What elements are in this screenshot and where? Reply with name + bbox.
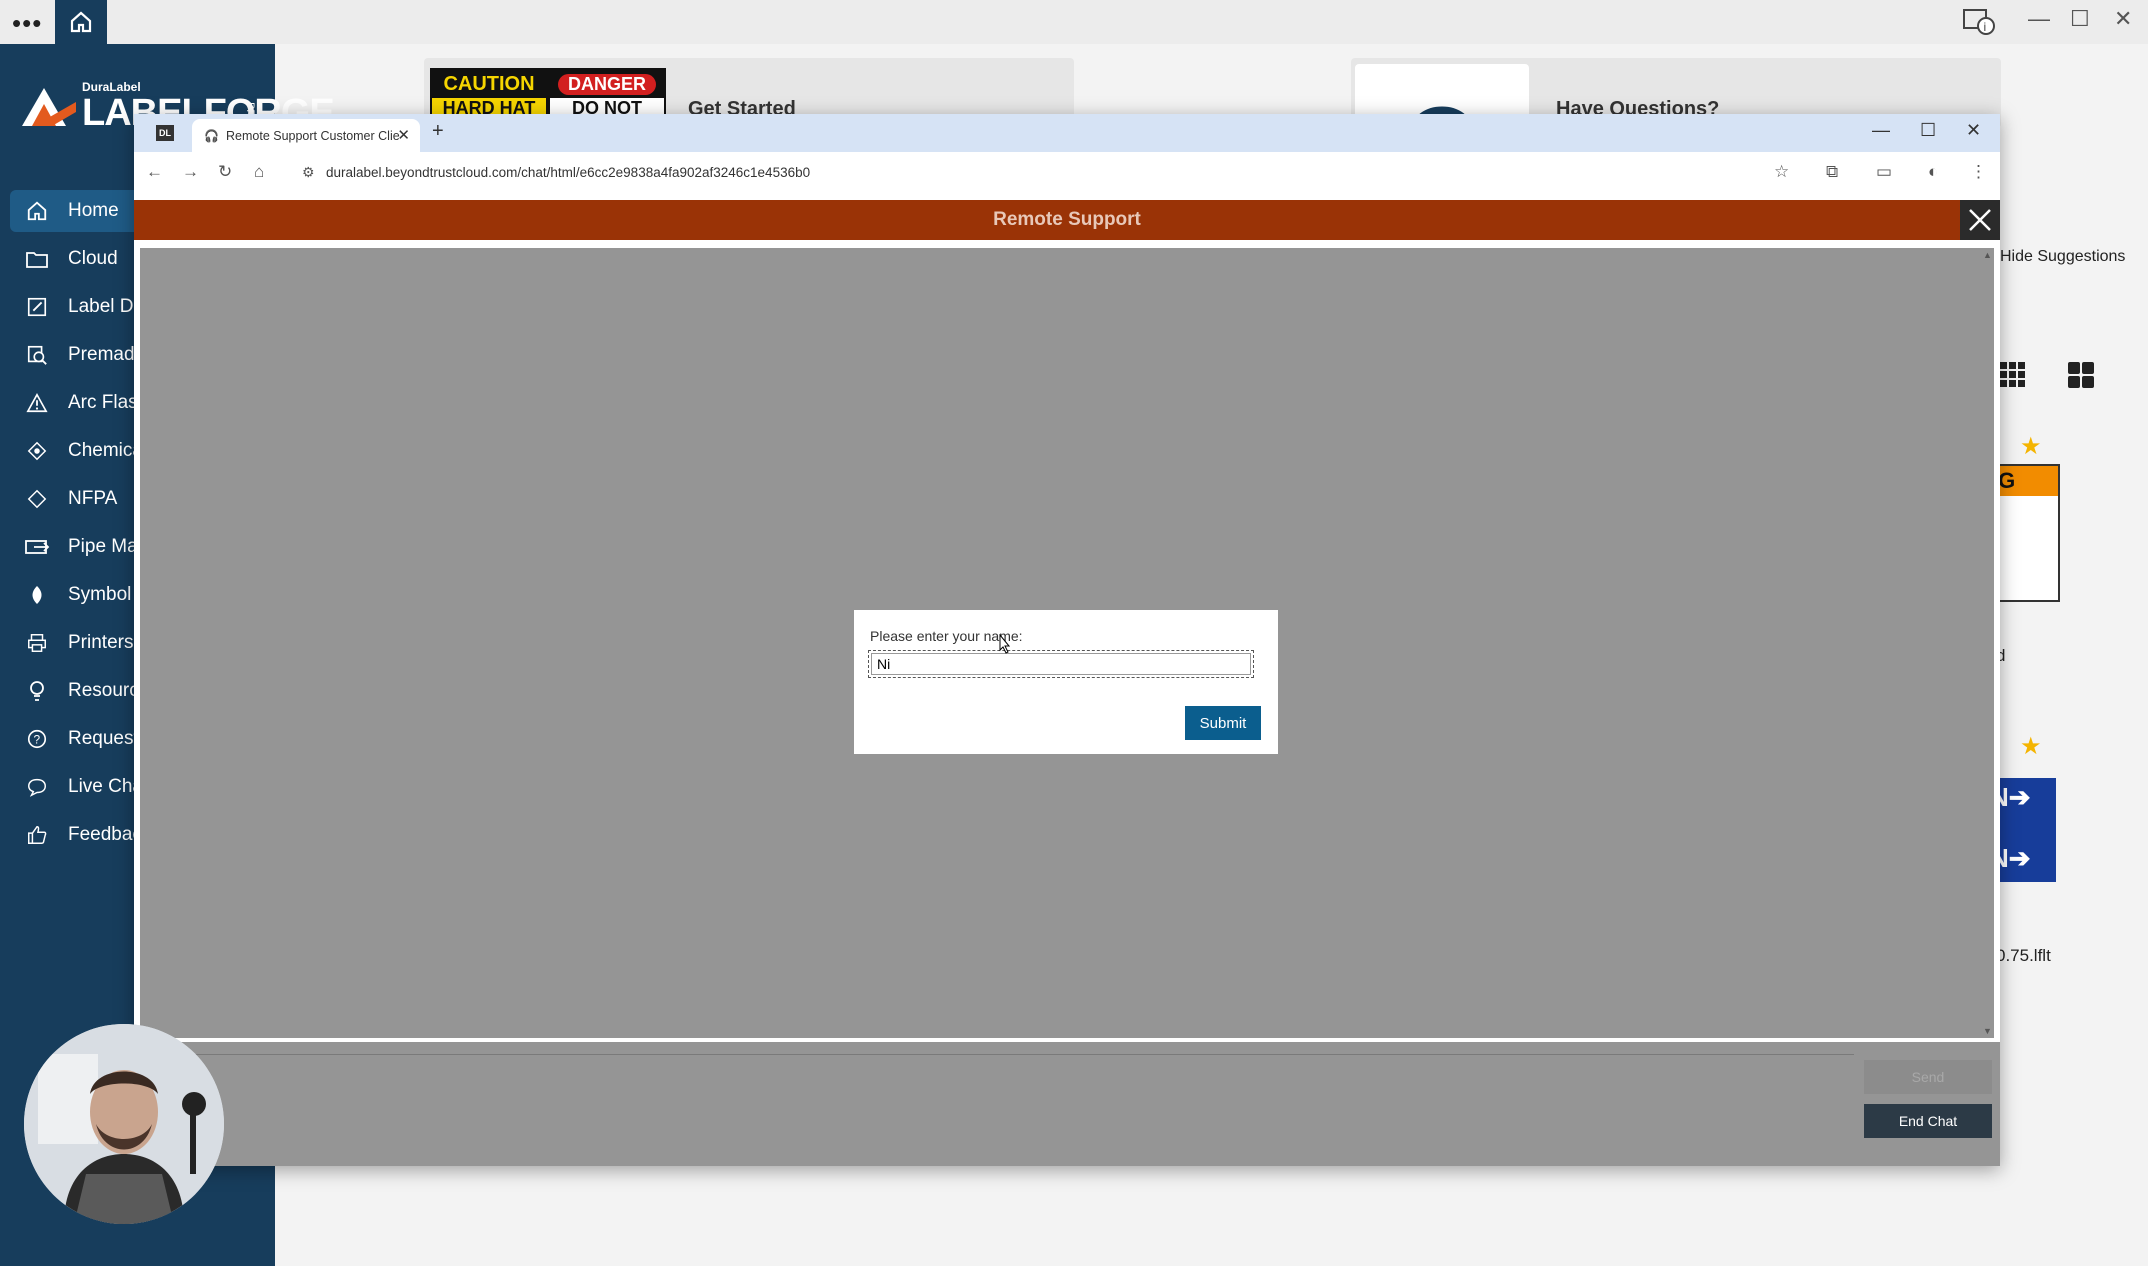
- favorite-star-icon[interactable]: ★: [2020, 732, 2042, 761]
- tab-strip: DL 🎧 Remote Support Customer Clie ✕ + — …: [134, 114, 2000, 152]
- favorite-star-icon[interactable]: ★: [2020, 432, 2042, 461]
- remote-support-header: Remote Support: [134, 200, 2000, 240]
- label-thumbnail-header: IG: [1992, 466, 2058, 496]
- sidebar-item-label: Cloud: [68, 248, 118, 269]
- address-bar[interactable]: duralabel.beyondtrustcloud.com/chat/html…: [326, 165, 810, 180]
- text-cursor-icon: [999, 634, 1010, 654]
- sidebar-item-label: Live Cha: [68, 776, 143, 797]
- file-name: 0.75.lflt: [1996, 946, 2051, 965]
- home-tab[interactable]: [55, 0, 107, 44]
- sidebar-item-label: NFPA: [68, 488, 118, 509]
- lightbulb-icon: [24, 678, 50, 704]
- app-minimize-button[interactable]: —: [2028, 6, 2050, 32]
- sidebar-item-label: Printers: [68, 632, 134, 653]
- home-icon: [24, 198, 50, 224]
- premade-search-icon: [24, 342, 50, 368]
- sidebar-item-label: Request: [68, 728, 139, 749]
- home-icon[interactable]: ⌂: [254, 162, 264, 182]
- warning-triangle-icon: [24, 390, 50, 416]
- extensions-icon[interactable]: ⧉: [1826, 162, 1838, 182]
- tab-title: Remote Support Customer Clie: [226, 128, 400, 143]
- home-icon: [70, 11, 92, 33]
- new-tab-button[interactable]: +: [432, 120, 444, 143]
- more-options-icon[interactable]: •••: [12, 8, 42, 39]
- svg-text:?: ?: [34, 733, 41, 747]
- sidebar-item-label: Resourc: [68, 680, 139, 701]
- scroll-up-icon[interactable]: ▲: [1983, 250, 1992, 260]
- app-close-button[interactable]: ✕: [2114, 6, 2132, 32]
- end-chat-button[interactable]: End Chat: [1864, 1104, 1992, 1138]
- view-toggle-icons: [2000, 362, 2094, 388]
- printer-icon: [24, 630, 50, 656]
- caution-label-header: CAUTION: [432, 70, 546, 98]
- help-circle-icon: ?: [24, 726, 50, 752]
- scroll-down-icon[interactable]: ▼: [1983, 1026, 1992, 1036]
- menu-kebab-icon[interactable]: ⋮: [1970, 162, 1987, 182]
- pipe-marker-icon: [24, 534, 50, 560]
- chat-message-input[interactable]: ▲ ▼: [140, 1054, 1872, 1141]
- sidebar-item-label: Feedbac: [68, 824, 142, 845]
- webcam-overlay: [24, 1024, 224, 1224]
- sidebar-item-label: Arc Flasl: [68, 392, 142, 413]
- small-grid-icon[interactable]: [2000, 362, 2025, 387]
- browser-maximize-button[interactable]: ☐: [1920, 120, 1936, 141]
- headset-icon: 🎧: [204, 128, 219, 143]
- labelforge-logo-icon: [22, 88, 76, 126]
- send-button[interactable]: Send: [1864, 1060, 1992, 1094]
- app-titlebar: ••• i — ☐ ✕: [0, 0, 2148, 44]
- symbol-icon: [24, 582, 50, 608]
- chemical-diamond-icon: [24, 438, 50, 464]
- hide-suggestions-link[interactable]: Hide Suggestions: [2000, 248, 2125, 266]
- notification-info-icon[interactable]: i: [1962, 8, 1996, 36]
- browser-tab[interactable]: 🎧 Remote Support Customer Clie ✕: [192, 119, 420, 152]
- reload-icon[interactable]: ↻: [218, 162, 232, 182]
- label-edit-icon: [24, 294, 50, 320]
- submit-button[interactable]: Submit: [1185, 706, 1261, 740]
- transcript-scrollbar[interactable]: ▲ ▼: [1980, 248, 1994, 1038]
- cast-icon[interactable]: ▭: [1876, 162, 1892, 182]
- nfpa-diamond-icon: [24, 486, 50, 512]
- sidebar-item-label: Pipe Mar: [68, 536, 145, 557]
- sidebar-item-label: Home: [68, 200, 119, 221]
- back-icon[interactable]: ←: [146, 162, 163, 182]
- large-grid-icon[interactable]: [2068, 362, 2094, 388]
- close-icon: [1969, 209, 1991, 231]
- browser-toolbar: ← → ↻ ⌂ ⚙ duralabel.beyondtrustcloud.com…: [134, 152, 2000, 196]
- remote-support-close-button[interactable]: [1960, 200, 2000, 240]
- thumbs-up-icon: [24, 822, 50, 848]
- site-info-icon[interactable]: ⚙: [302, 164, 315, 181]
- cloud-folder-icon: [24, 246, 50, 272]
- presenter-video-image: [24, 1024, 224, 1224]
- close-tab-icon[interactable]: ✕: [397, 126, 410, 144]
- browser-close-button[interactable]: ✕: [1966, 120, 1981, 141]
- name-input[interactable]: [868, 650, 1254, 678]
- forward-icon[interactable]: →: [182, 162, 199, 182]
- danger-label-header: DANGER: [557, 73, 656, 95]
- sidebar-item-label: Chemica: [68, 440, 143, 461]
- profile-icon[interactable]: ◐: [1928, 162, 1938, 182]
- sidebar-item-label: Symbol (: [68, 584, 143, 605]
- browser-minimize-button[interactable]: —: [1872, 120, 1890, 141]
- label-thumbnail[interactable]: IG: [1990, 464, 2060, 602]
- name-prompt-dialog: Please enter your name: Submit: [854, 610, 1278, 754]
- app-maximize-button[interactable]: ☐: [2070, 6, 2090, 32]
- bookmark-star-icon[interactable]: ☆: [1774, 162, 1789, 182]
- app-favicon: DL: [156, 125, 174, 141]
- svg-text:i: i: [1984, 20, 1987, 34]
- chat-bubble-icon: [24, 774, 50, 800]
- sidebar-item-label: Label De: [68, 296, 145, 317]
